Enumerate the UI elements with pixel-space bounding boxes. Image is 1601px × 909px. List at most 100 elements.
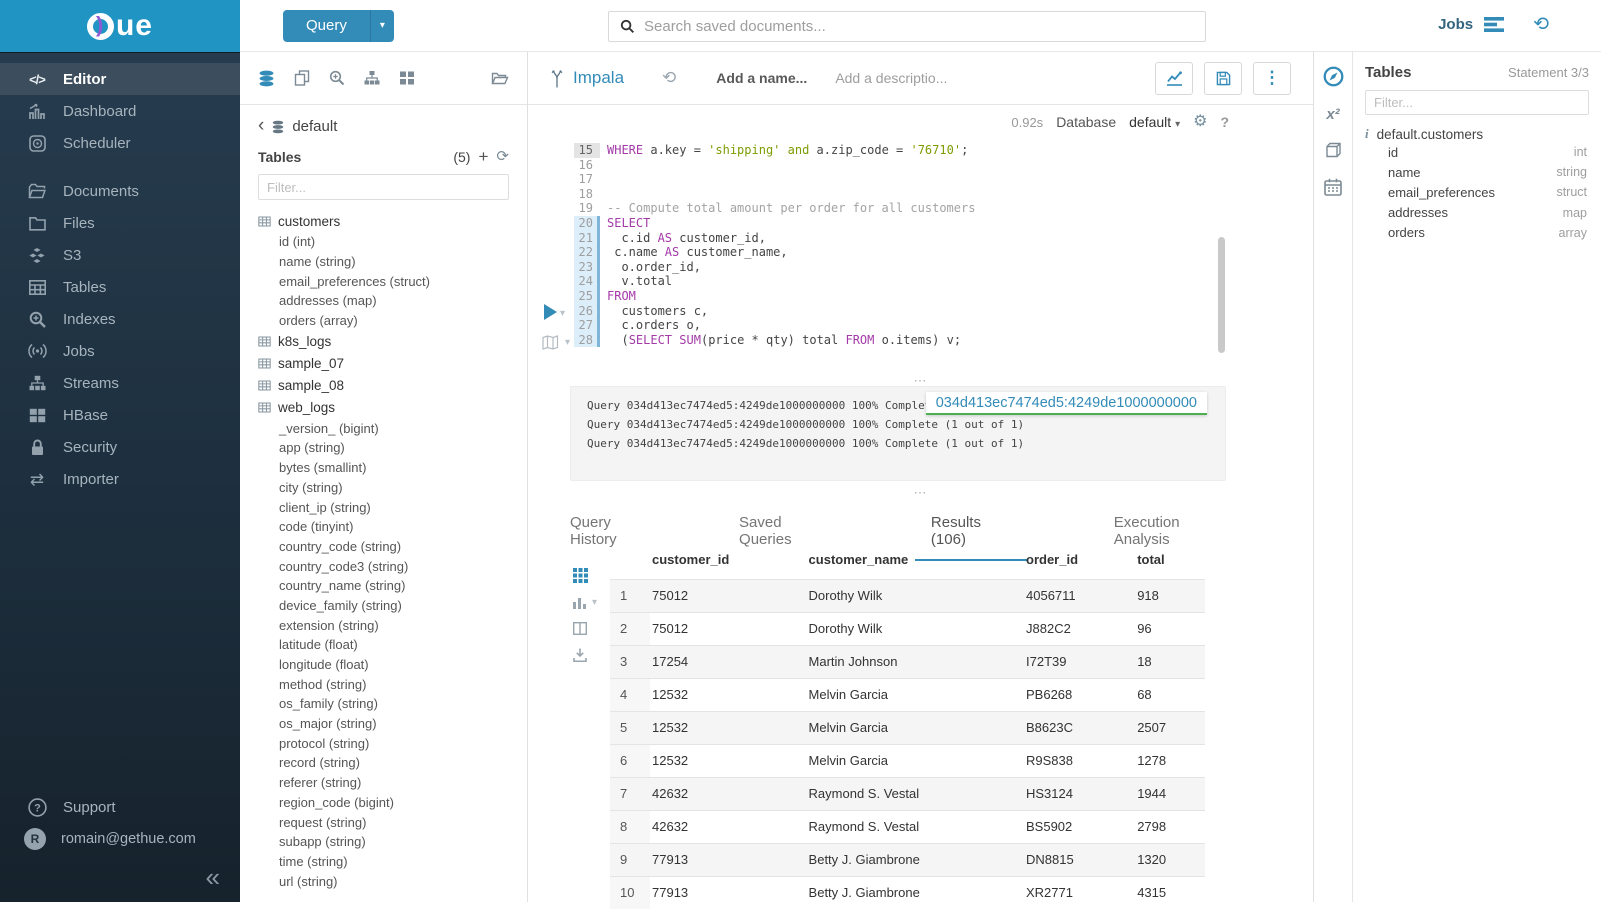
sidebar-item-indexes[interactable]: Indexes xyxy=(0,303,240,335)
tree-table-web_logs[interactable]: web_logs xyxy=(258,396,509,418)
execute-options-caret[interactable]: ▾ xyxy=(560,308,565,319)
tree-column[interactable]: country_name (string) xyxy=(258,576,509,596)
assist-column-addresses[interactable]: addressesmap xyxy=(1365,203,1589,223)
tree-column[interactable]: city (string) xyxy=(258,478,509,498)
tree-column[interactable]: method (string) xyxy=(258,674,509,694)
tree-column[interactable]: url (string) xyxy=(258,871,509,891)
save-button[interactable] xyxy=(1204,62,1242,95)
jobs-list-icon[interactable] xyxy=(1484,17,1504,32)
column-header-order_id[interactable]: order_id xyxy=(1024,544,1135,580)
functions-icon[interactable]: x² xyxy=(1326,106,1339,123)
table-row[interactable]: 742632Raymond S. VestalHS31241944 xyxy=(610,778,1205,811)
query-button-label[interactable]: Query xyxy=(283,10,370,42)
sidebar-item-importer[interactable]: ⇄Importer xyxy=(0,463,240,495)
database-name[interactable]: default xyxy=(292,118,337,135)
grid-view-icon[interactable] xyxy=(573,568,588,583)
apps-grid-icon[interactable] xyxy=(399,70,415,86)
tree-column[interactable]: country_code (string) xyxy=(258,537,509,557)
tree-column[interactable]: os_family (string) xyxy=(258,694,509,714)
code-line[interactable]: 16 xyxy=(574,158,1313,173)
sidebar-item-scheduler[interactable]: Scheduler xyxy=(0,127,240,159)
assist-column-orders[interactable]: ordersarray xyxy=(1365,223,1589,243)
tree-column[interactable]: os_major (string) xyxy=(258,714,509,734)
sidebar-item-editor[interactable]: </>Editor xyxy=(0,63,240,95)
sidebar-item-support[interactable]: ? Support xyxy=(0,792,240,823)
code-line[interactable]: 18 xyxy=(574,187,1313,202)
code-line[interactable]: 25FROM xyxy=(574,289,1313,304)
code-line[interactable]: 17 xyxy=(574,172,1313,187)
table-row[interactable]: 275012Dorothy WilkJ882C296 xyxy=(610,613,1205,646)
sidebar-item-files[interactable]: Files xyxy=(0,207,240,239)
tree-column[interactable]: longitude (float) xyxy=(258,655,509,675)
code-line[interactable]: 28 (SELECT SUM(price * qty) total FROM o… xyxy=(574,333,1313,348)
tree-column[interactable]: client_ip (string) xyxy=(258,497,509,517)
hue-logo[interactable]: ) ue xyxy=(0,0,240,52)
tree-table-sample_08[interactable]: sample_08 xyxy=(258,374,509,396)
tree-column[interactable]: referer (string) xyxy=(258,773,509,793)
column-header-customer_name[interactable]: customer_name xyxy=(807,544,1024,580)
resize-handle[interactable]: ⋯ xyxy=(528,489,1313,497)
presentation-mode-button[interactable]: ▾ xyxy=(542,335,570,350)
tree-column[interactable]: region_code (bigint) xyxy=(258,793,509,813)
tree-column[interactable]: time (string) xyxy=(258,852,509,872)
tree-column[interactable]: name (string) xyxy=(258,252,509,272)
columns-view-icon[interactable] xyxy=(573,622,587,635)
query-button[interactable]: Query ▾ xyxy=(283,10,394,42)
query-dropdown-caret[interactable]: ▾ xyxy=(370,10,394,42)
assist-column-name[interactable]: namestring xyxy=(1365,162,1589,182)
sidebar-item-dashboard[interactable]: Dashboard xyxy=(0,95,240,127)
jobs-link[interactable]: Jobs xyxy=(1438,16,1473,33)
database-dropdown[interactable]: default ▾ xyxy=(1129,114,1180,130)
job-id-link[interactable]: 034d413ec7474ed5:4249de1000000000 xyxy=(926,392,1207,415)
tree-table-k8s_logs[interactable]: k8s_logs xyxy=(258,330,509,352)
global-search[interactable] xyxy=(608,11,1206,42)
tree-table-customers[interactable]: customers xyxy=(258,210,509,232)
code-line[interactable]: 15WHERE a.key = 'shipping' and a.zip_cod… xyxy=(574,143,1313,158)
settings-gear-icon[interactable]: ⚙ xyxy=(1193,114,1207,130)
table-row[interactable]: 412532Melvin GarciaPB626868 xyxy=(610,679,1205,712)
editor-history-icon[interactable]: ⟲ xyxy=(662,68,676,88)
collapse-sidebar-icon[interactable]: « xyxy=(0,854,240,894)
active-table-row[interactable]: i default.customers xyxy=(1365,126,1589,142)
tree-column[interactable]: addresses (map) xyxy=(258,291,509,311)
editor-assist-compass-icon[interactable] xyxy=(1323,66,1344,87)
code-line[interactable]: 27 c.orders o, xyxy=(574,318,1313,333)
caret-down-icon[interactable]: ▾ xyxy=(565,337,570,348)
code-line[interactable]: 22 c.name AS customer_name, xyxy=(574,245,1313,260)
assist-column-id[interactable]: idint xyxy=(1365,142,1589,162)
databases-icon[interactable] xyxy=(258,70,275,87)
language-reference-icon[interactable] xyxy=(1324,142,1342,159)
code-line[interactable]: 26 customers c, xyxy=(574,304,1313,319)
tree-column[interactable]: user_agent (string) xyxy=(258,891,509,894)
table-row[interactable]: 1077913Betty J. GiambroneXR27714315 xyxy=(610,877,1205,909)
sidebar-item-hbase[interactable]: HBase xyxy=(0,399,240,431)
sidebar-item-jobs[interactable]: Jobs xyxy=(0,335,240,367)
table-row[interactable]: 842632Raymond S. VestalBS59022798 xyxy=(610,811,1205,844)
execute-button[interactable] xyxy=(544,304,557,320)
resize-handle[interactable]: ⋯ xyxy=(528,377,1313,385)
table-row[interactable]: 175012Dorothy Wilk4056711918 xyxy=(610,580,1205,613)
back-chevron-icon[interactable]: ‹ xyxy=(258,116,264,135)
search-input[interactable] xyxy=(644,18,1194,35)
table-row[interactable]: 317254Martin JohnsonI72T3918 xyxy=(610,646,1205,679)
code-line[interactable]: 19-- Compute total amount per order for … xyxy=(574,201,1313,216)
code-line[interactable]: 23 o.order_id, xyxy=(574,260,1313,275)
column-header-total[interactable]: total xyxy=(1135,544,1205,580)
tree-column[interactable]: record (string) xyxy=(258,753,509,773)
sidebar-item-streams[interactable]: Streams xyxy=(0,367,240,399)
query-history-icon[interactable]: ⟲ xyxy=(1533,15,1549,34)
tree-column[interactable]: protocol (string) xyxy=(258,733,509,753)
tree-column[interactable]: country_code3 (string) xyxy=(258,556,509,576)
query-description-placeholder[interactable]: Add a descriptio... xyxy=(835,70,947,86)
tree-column[interactable]: subapp (string) xyxy=(258,832,509,852)
query-name-placeholder[interactable]: Add a name... xyxy=(716,70,807,86)
tree-column[interactable]: id (int) xyxy=(258,232,509,252)
open-folder-icon[interactable] xyxy=(491,70,509,86)
refresh-icon[interactable]: ⟳ xyxy=(496,149,509,164)
tree-table-sample_07[interactable]: sample_07 xyxy=(258,352,509,374)
add-table-icon[interactable]: + xyxy=(478,148,488,165)
sidebar-item-tables[interactable]: Tables xyxy=(0,271,240,303)
chart-button[interactable] xyxy=(1155,62,1193,95)
tree-column[interactable]: _version_ (bigint) xyxy=(258,418,509,438)
sitemap-icon[interactable] xyxy=(364,70,380,86)
